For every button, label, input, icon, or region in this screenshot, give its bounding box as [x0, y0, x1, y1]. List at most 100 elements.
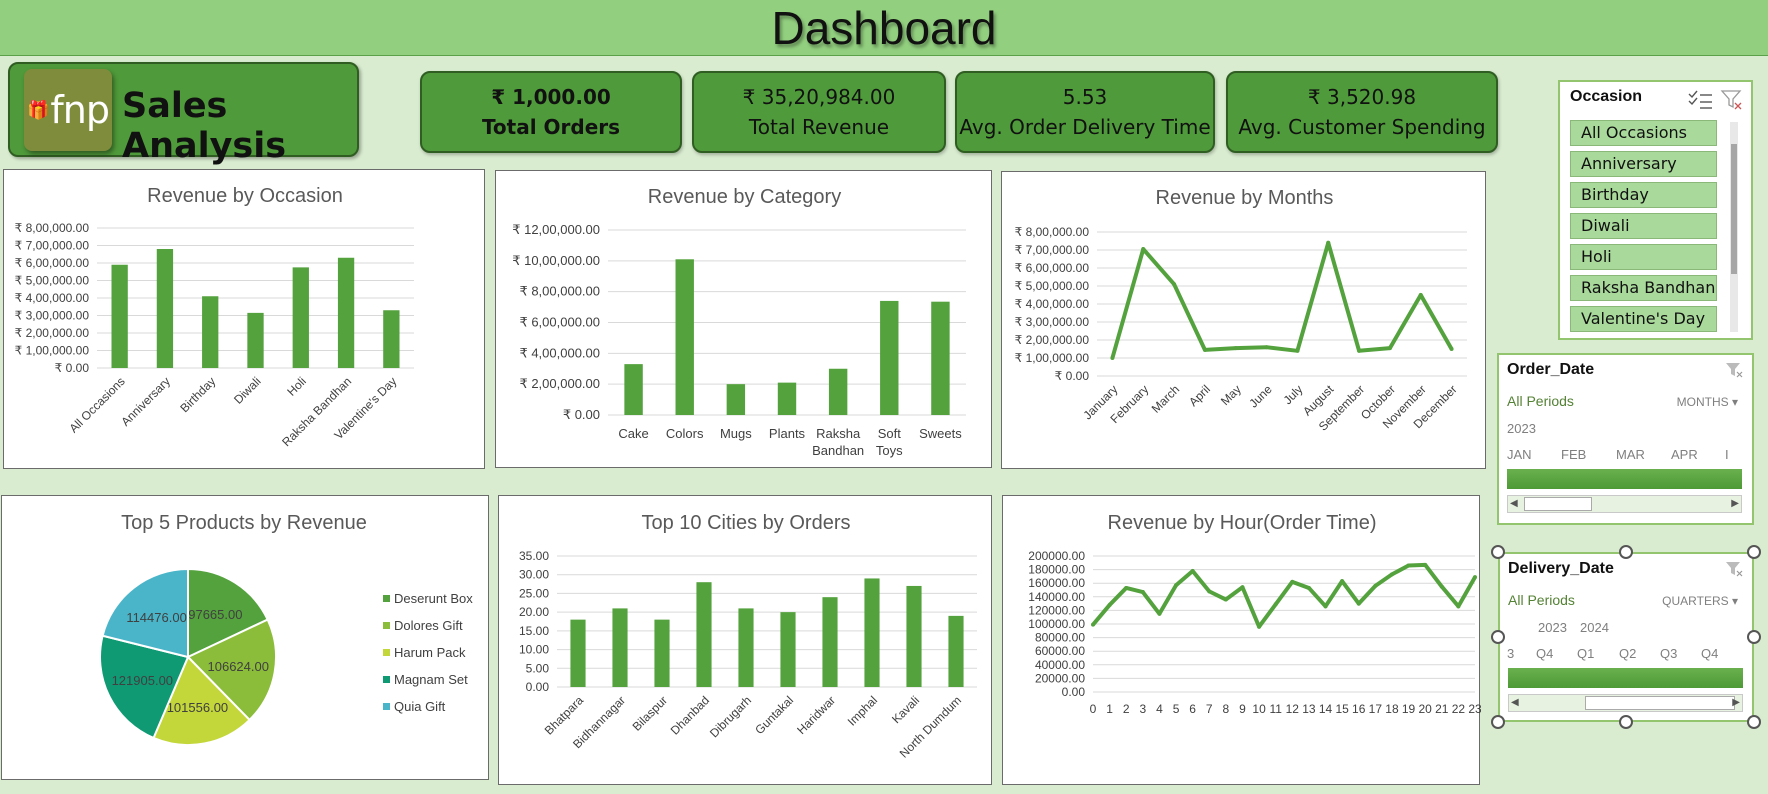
slicer-item-valentines-day[interactable]: Valentine's Day [1570, 306, 1717, 332]
scroll-thumb[interactable] [1524, 497, 1592, 511]
bar[interactable] [675, 259, 694, 415]
bar[interactable] [654, 619, 670, 687]
chart-top-cities[interactable]: Top 10 Cities by Orders 0.00 5.00 10.00 15.0… [498, 495, 992, 785]
period-label[interactable]: I [1725, 447, 1729, 462]
bar[interactable] [202, 296, 219, 368]
order-date-timeline[interactable]: Order_Date All Periods MONTHS ▾ 2023 JAN… [1497, 353, 1754, 525]
period-label[interactable]: Q1 [1577, 646, 1594, 661]
period-label[interactable]: MAR [1616, 447, 1645, 462]
all-periods-label[interactable]: All Periods [1507, 393, 1574, 409]
line-point[interactable] [1290, 579, 1295, 584]
scroll-right-icon[interactable]: ▶ [1731, 498, 1739, 509]
period-label[interactable]: Q2 [1619, 646, 1636, 661]
period-label[interactable]: Q4 [1536, 646, 1553, 661]
multi-select-icon[interactable] [1688, 90, 1714, 110]
scroll-thumb[interactable] [1585, 696, 1735, 710]
chart-top-products[interactable]: Top 5 Products by Revenue 97665.00 106624.… [1, 495, 489, 780]
bar[interactable] [828, 368, 848, 415]
scroll-right-icon[interactable]: ▶ [1732, 697, 1740, 708]
line-point[interactable] [1357, 348, 1362, 353]
line-point[interactable] [1110, 356, 1115, 360]
line-point[interactable] [1406, 563, 1411, 568]
line-point[interactable] [1306, 585, 1311, 590]
clear-filter-icon[interactable] [1720, 89, 1744, 111]
bar[interactable] [624, 364, 643, 415]
line-point[interactable] [1141, 247, 1146, 252]
period-label[interactable]: FEB [1561, 447, 1586, 462]
timeline-scrollbar[interactable]: ◀ ▶ [1508, 694, 1743, 712]
line-point[interactable] [1264, 345, 1269, 350]
scroll-left-icon[interactable]: ◀ [1510, 498, 1518, 509]
line-point[interactable] [1190, 568, 1195, 573]
resize-handle[interactable] [1747, 545, 1761, 559]
period-label[interactable]: APR [1671, 447, 1698, 462]
line-point[interactable] [1257, 624, 1262, 629]
bar[interactable] [822, 597, 838, 687]
resize-handle[interactable] [1619, 715, 1633, 729]
line-point[interactable] [1157, 611, 1162, 616]
line-point[interactable] [1233, 346, 1238, 351]
bar[interactable] [906, 585, 922, 687]
slicer-item-diwali[interactable]: Diwali [1570, 213, 1717, 239]
line-point[interactable] [1207, 589, 1212, 594]
bar[interactable] [880, 300, 899, 415]
scroll-left-icon[interactable]: ◀ [1511, 697, 1519, 708]
line-point[interactable] [1387, 346, 1392, 351]
line-point[interactable] [1295, 348, 1300, 353]
bar[interactable] [948, 615, 964, 687]
line-point[interactable] [1124, 585, 1129, 590]
line-point[interactable] [1172, 282, 1177, 287]
delivery-date-timeline[interactable]: Delivery_Date All Periods QUARTERS ▾ 202… [1498, 552, 1754, 722]
line-point[interactable] [1389, 572, 1394, 577]
resize-handle[interactable] [1619, 545, 1633, 559]
series-line[interactable] [1091, 562, 1477, 629]
line-point[interactable] [1107, 602, 1112, 607]
resize-handle[interactable] [1747, 630, 1761, 644]
line-point[interactable] [1439, 584, 1444, 589]
resize-handle[interactable] [1491, 715, 1505, 729]
timeline-bar[interactable] [1507, 469, 1742, 489]
chart-revenue-by-category[interactable]: Revenue by Category ₹ 0.00 ₹ 2,00,000.00 ₹ … [495, 170, 992, 468]
bar[interactable] [738, 608, 754, 687]
line-point[interactable] [1323, 604, 1328, 609]
resize-handle[interactable] [1747, 715, 1761, 729]
occasion-slicer[interactable]: Occasion All Occasions Anniversary Birth… [1558, 80, 1753, 340]
line-point[interactable] [1326, 240, 1331, 245]
line-point[interactable] [1202, 347, 1207, 352]
line-point[interactable] [1140, 590, 1145, 595]
bar[interactable] [777, 382, 797, 415]
slicer-item-anniversary[interactable]: Anniversary [1570, 151, 1717, 177]
bar[interactable] [337, 257, 355, 368]
slicer-scroll-thumb[interactable] [1731, 144, 1737, 274]
bar[interactable] [383, 310, 400, 368]
line-point[interactable] [1373, 583, 1378, 588]
period-label[interactable]: JAN [1507, 447, 1532, 462]
slicer-scrollbar[interactable] [1730, 122, 1738, 332]
line-point[interactable] [1273, 602, 1278, 607]
slicer-item-holi[interactable]: Holi [1570, 244, 1717, 270]
resize-handle[interactable] [1491, 545, 1505, 559]
line-point[interactable] [1456, 604, 1461, 609]
resize-handle[interactable] [1491, 630, 1505, 644]
chart-revenue-by-hour[interactable]: Revenue by Hour(Order Time) 0.00 20000.00 4… [1002, 495, 1481, 785]
clear-filter-icon[interactable] [1724, 361, 1744, 379]
chart-revenue-by-occasion[interactable]: Revenue by Occasion ₹ 0.00 ₹ 1,00,000.00 ₹ … [3, 169, 485, 469]
time-level-dropdown[interactable]: MONTHS ▾ [1677, 395, 1738, 409]
timeline-bar[interactable] [1508, 668, 1743, 688]
series-line[interactable] [1110, 240, 1454, 359]
line-point[interactable] [1418, 293, 1423, 297]
chart-revenue-by-months[interactable]: Revenue by Months ₹ 0.00 ₹ 1,00,000.00 ₹ 2,… [1001, 171, 1486, 469]
bar[interactable] [570, 619, 586, 687]
bar[interactable] [780, 612, 796, 687]
all-periods-label[interactable]: All Periods [1508, 592, 1575, 608]
bar[interactable] [864, 578, 880, 687]
bar[interactable] [292, 267, 309, 368]
slicer-item-all-occasions[interactable]: All Occasions [1570, 120, 1717, 146]
line-point[interactable] [1174, 583, 1179, 588]
bar[interactable] [696, 582, 712, 687]
period-label[interactable]: 3 [1507, 646, 1514, 661]
bar[interactable] [111, 264, 128, 368]
line-point[interactable] [1473, 575, 1477, 580]
period-label[interactable]: Q4 [1701, 646, 1718, 661]
bar[interactable] [726, 384, 746, 415]
